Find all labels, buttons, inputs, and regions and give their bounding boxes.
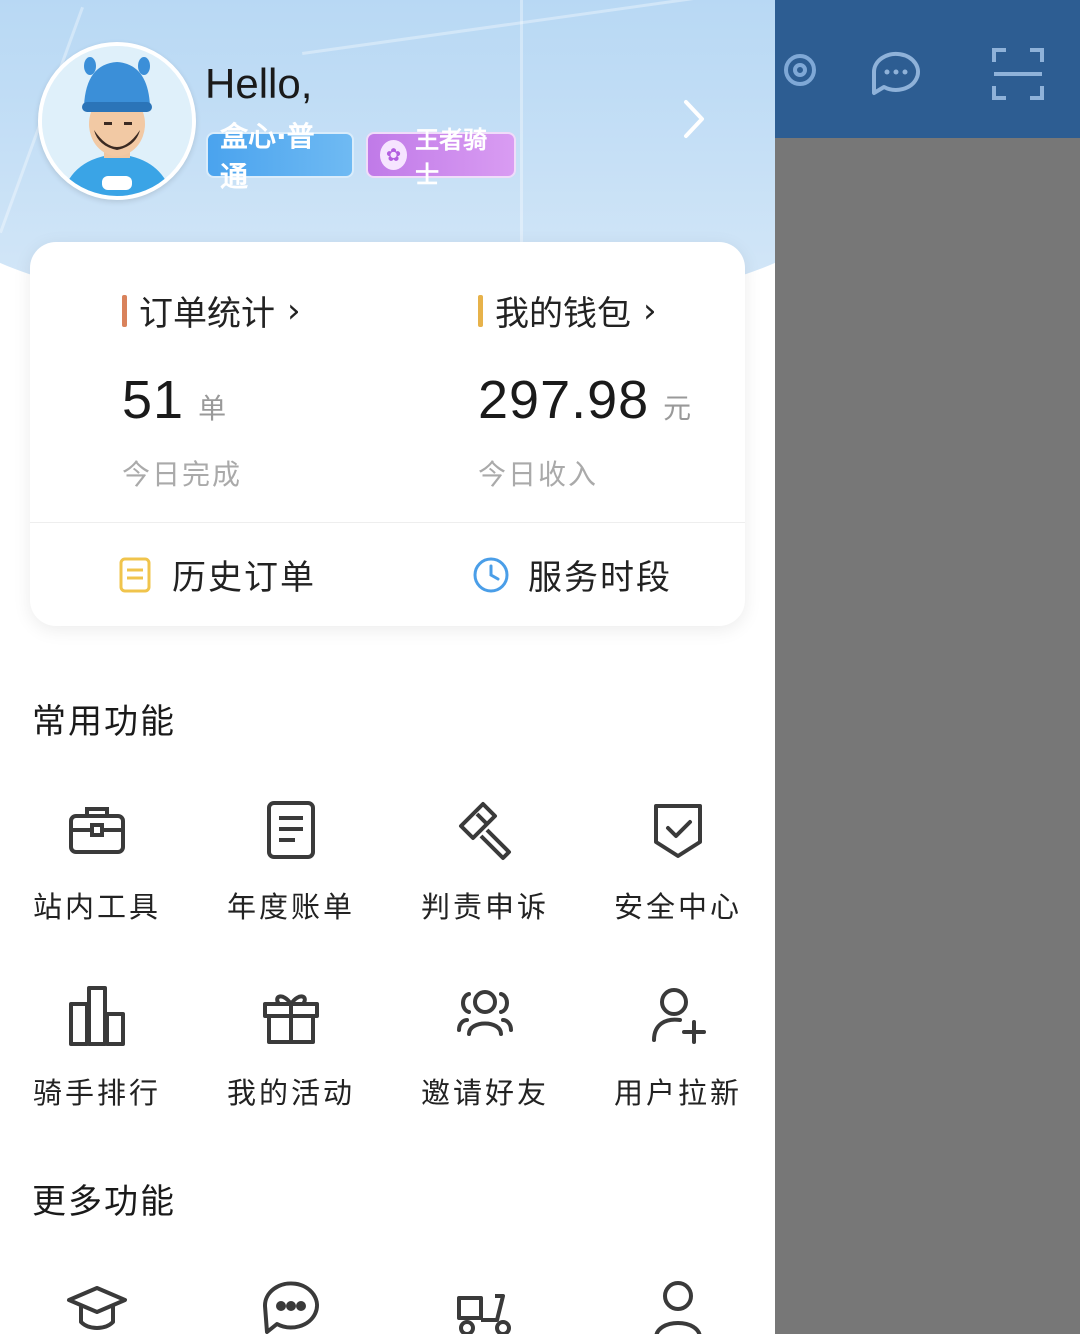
graduation-cap-icon [67,1286,127,1330]
document-icon [267,801,315,859]
rank-badge-label: 王者骑士 [415,126,488,189]
new-user-label: 用户拉新 [613,1076,742,1110]
medal-icon: ✿ [380,140,408,170]
order-count-caption: 今日完成 [122,458,243,491]
scan-icon[interactable] [988,44,1048,104]
chevron-right-icon: › [643,290,657,331]
appeal-label: 判责申诉 [420,890,549,924]
accent-bar [478,294,483,327]
my-activities-item[interactable]: 我的活动 [211,984,371,1112]
accent-bar [122,294,127,327]
clock-icon [473,557,509,592]
order-stats-label: 订单统计 [139,294,275,334]
order-count-value: 51 [122,370,185,430]
annual-bill-label: 年度账单 [226,890,355,924]
safety-center-item[interactable]: 安全中心 [598,798,758,926]
new-user-item[interactable]: 用户拉新 [598,984,758,1112]
gift-icon [263,994,319,1044]
document-list-icon [119,557,151,592]
common-functions-title: 常用功能 [32,702,176,742]
map-decoration [520,0,523,250]
gavel-icon [459,802,511,860]
service-time-label: 服务时段 [528,558,672,598]
order-stats[interactable]: 订单统计 › 51 单 今日完成 [122,286,301,493]
wallet-stats[interactable]: 我的钱包 › 297.98 元 今日收入 [478,286,691,493]
messages-item[interactable] [211,1276,371,1334]
add-user-icon [652,988,706,1044]
rider-ranking-label: 骑手排行 [32,1076,161,1110]
rank-badge: ✿ 王者骑士 [366,126,516,189]
training-item[interactable] [17,1276,177,1334]
income-value: 297.98 [478,370,650,430]
shield-check-icon [654,804,702,858]
station-tools-item[interactable]: 站内工具 [17,798,177,926]
invite-friends-item[interactable]: 邀请好友 [405,984,565,1112]
chevron-right-icon[interactable] [680,98,708,140]
person-icon [654,1281,702,1334]
order-count-unit: 单 [198,392,227,425]
order-count: 51 单 [122,369,301,431]
more-functions-title: 更多功能 [32,1182,176,1222]
stats-card: 订单统计 › 51 单 今日完成 我的钱包 › 297.98 元 今日收入 历史… [30,242,745,626]
service-time-link[interactable]: 服务时段 [472,550,672,599]
safety-center-label: 安全中心 [613,890,742,924]
profile-item[interactable] [598,1276,758,1334]
appeal-item[interactable]: 判责申诉 [405,798,565,926]
annual-bill-item[interactable]: 年度账单 [211,798,371,926]
bar-chart-icon [69,986,125,1046]
station-tools-label: 站内工具 [32,890,161,924]
wallet-label: 我的钱包 [495,294,631,334]
income: 297.98 元 [478,369,691,431]
order-stats-title[interactable]: 订单统计 › [122,286,301,335]
rider-ranking-item[interactable]: 骑手排行 [17,984,177,1112]
invite-friends-label: 邀请好友 [420,1076,549,1110]
history-orders-link[interactable]: 历史订单 [116,550,316,599]
avatar[interactable] [38,42,196,200]
history-orders-label: 历史订单 [172,558,316,598]
toolbox-icon [69,807,125,854]
side-drawer: Hello, 盒心·普通 ✿ 王者骑士 订单统计 › 51 单 今日完成 我的钱… [0,0,775,1334]
wallet-title[interactable]: 我的钱包 › [478,286,691,335]
greeting: Hello, [205,60,313,107]
divider [30,522,745,523]
message-icon [262,1281,319,1334]
chevron-right-icon: › [287,290,301,331]
my-activities-label: 我的活动 [226,1076,355,1110]
chat-icon[interactable] [866,44,926,104]
scooter-icon [457,1294,511,1334]
vehicle-item[interactable] [405,1276,565,1334]
income-caption: 今日收入 [478,458,599,491]
level-badge: 盒心·普通 [206,120,354,193]
location-icon[interactable] [770,44,830,104]
group-icon [457,990,513,1036]
income-unit: 元 [663,392,692,425]
